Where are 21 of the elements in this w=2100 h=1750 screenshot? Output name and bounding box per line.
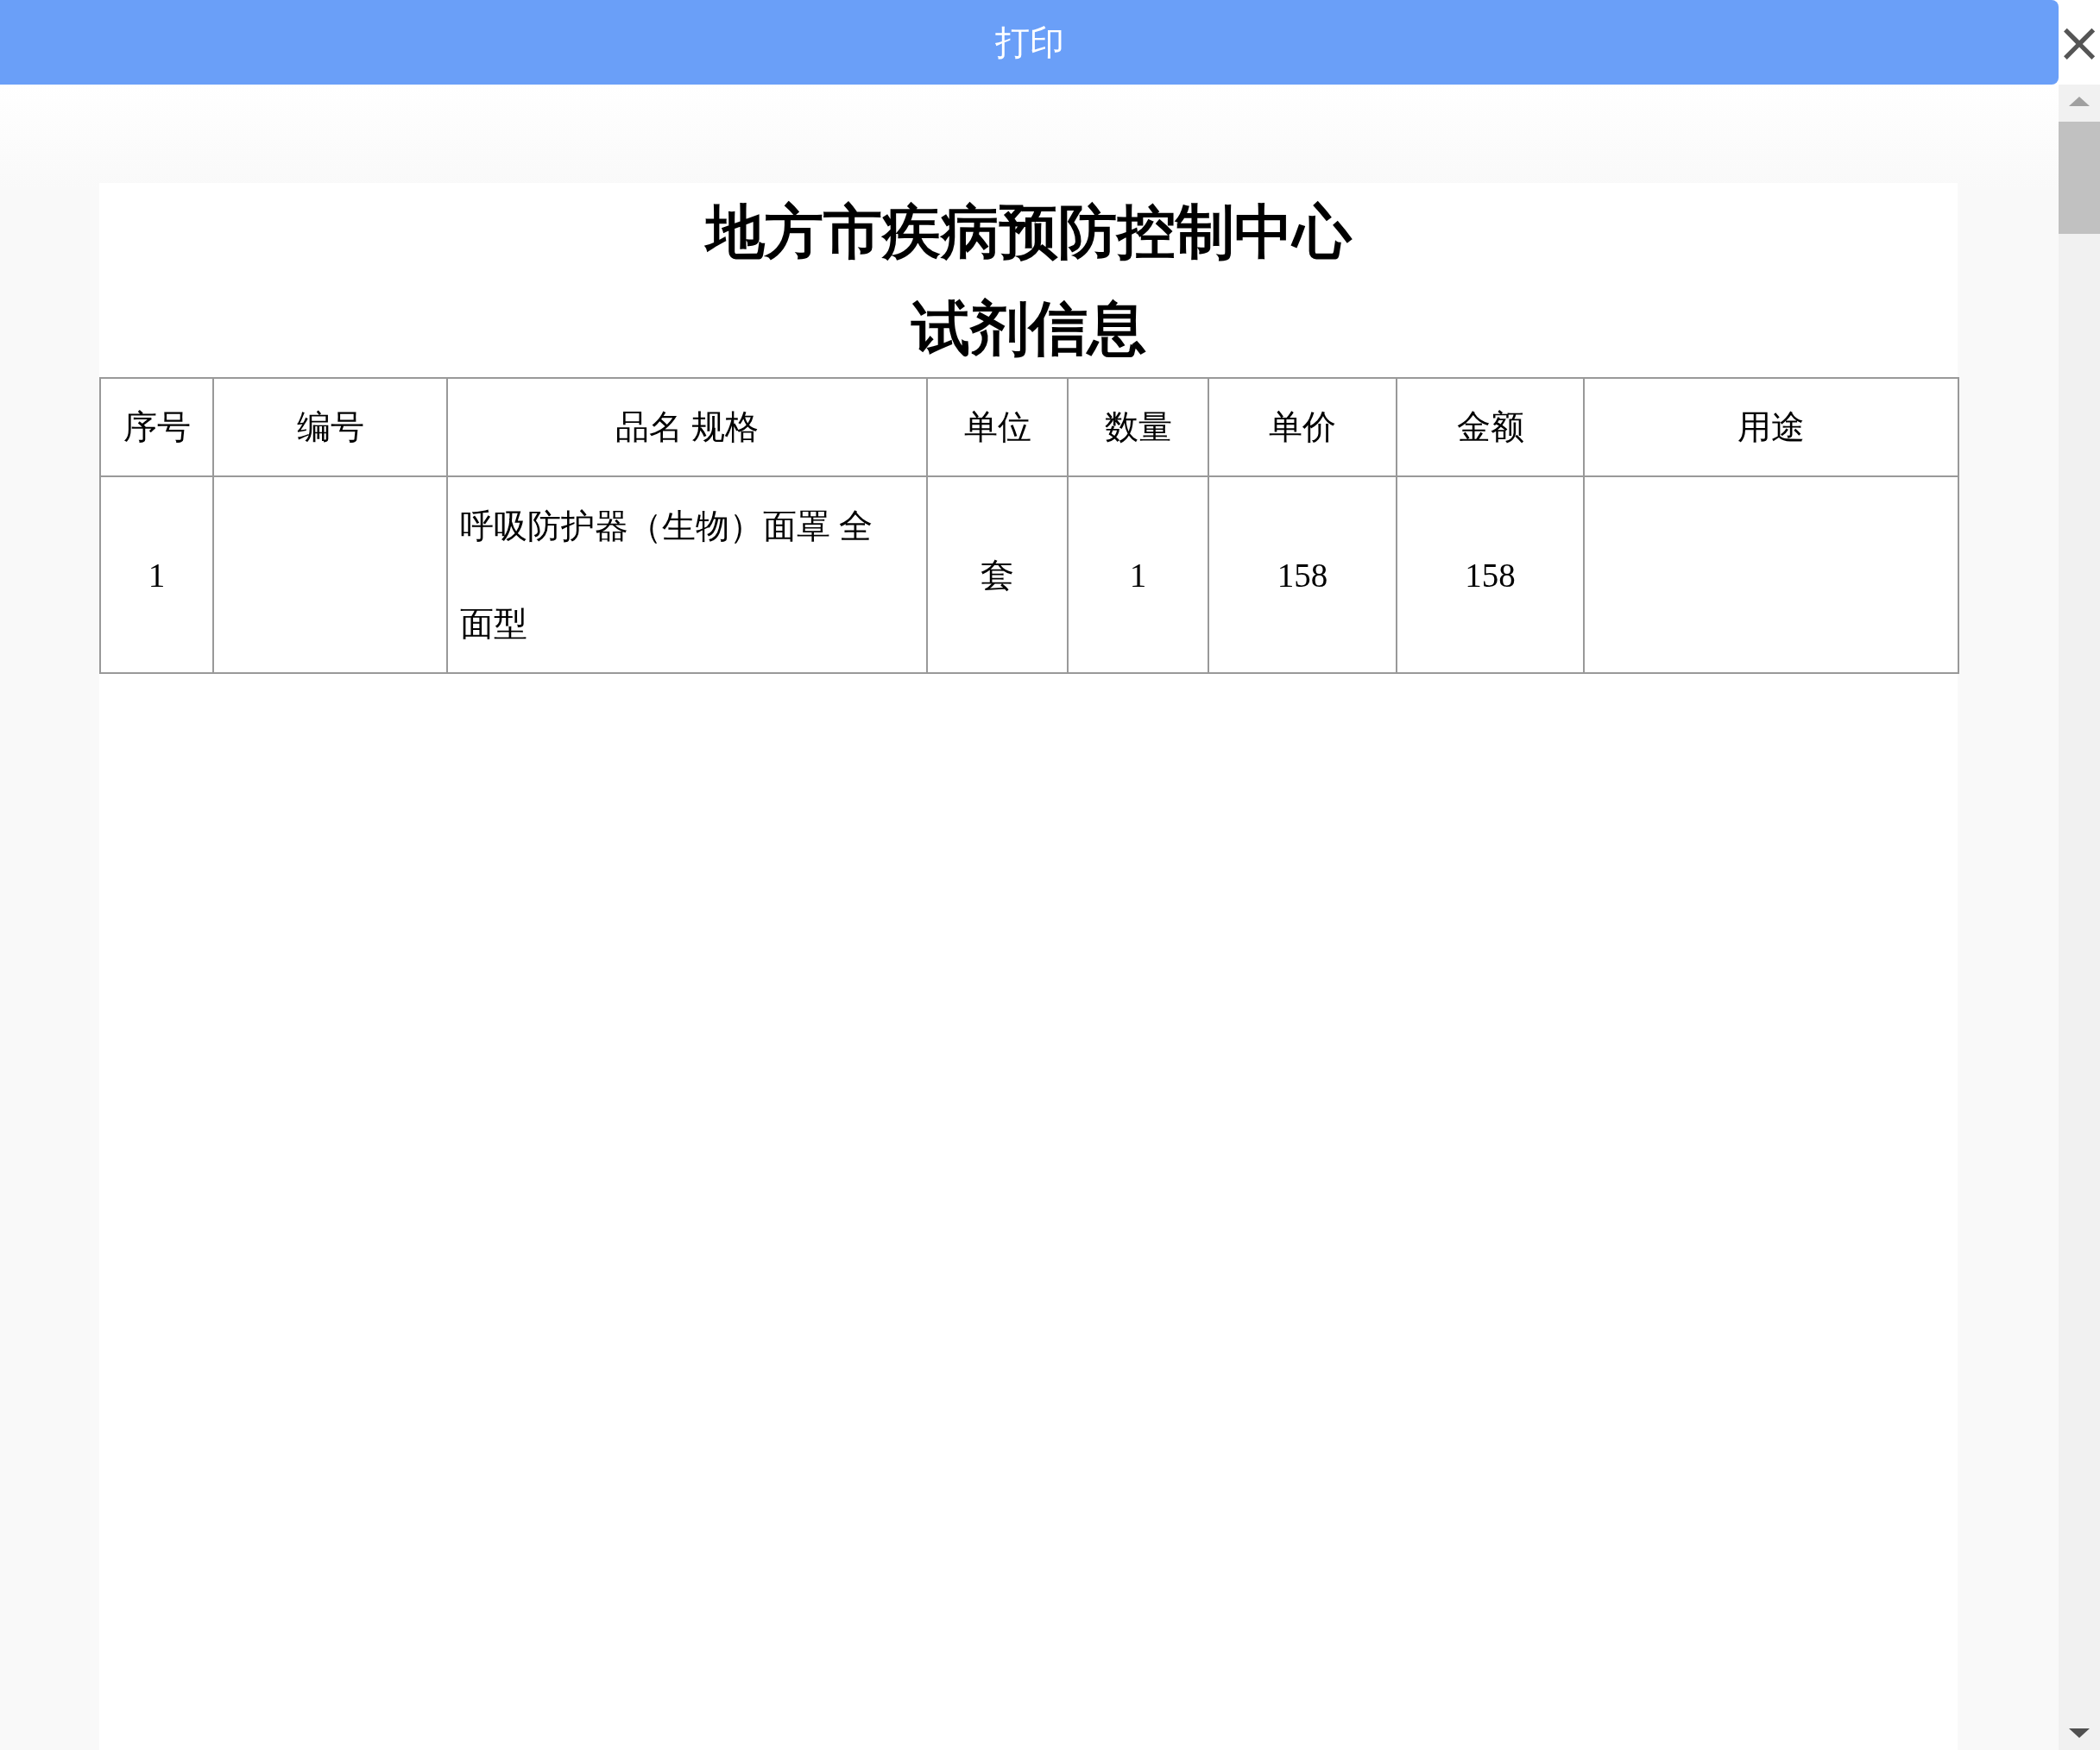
scroll-up-icon[interactable] [2069, 97, 2090, 106]
column-header: 序号 [100, 378, 213, 476]
column-header: 单价 [1208, 378, 1397, 476]
table-cell: 158 [1208, 476, 1397, 673]
document-title: 试剂信息 [910, 295, 1147, 363]
scrollbar[interactable] [2059, 85, 2100, 1750]
column-header: 数量 [1068, 378, 1208, 476]
column-header: 单位 [927, 378, 1068, 476]
column-header: 用途 [1584, 378, 1958, 476]
table-cell: 1 [100, 476, 213, 673]
table-cell: 158 [1397, 476, 1584, 673]
table-cell: 1 [1068, 476, 1208, 673]
organization-title: 地方市疾病预防控制中心 [703, 198, 1353, 267]
table-cell: 套 [927, 476, 1068, 673]
column-header: 金额 [1397, 378, 1584, 476]
scrollbar-thumb[interactable] [2059, 122, 2100, 234]
dialog-title: 打印 [0, 0, 2059, 85]
column-header: 编号 [213, 378, 447, 476]
column-header: 品名 规格 [447, 378, 927, 476]
table-cell: 呼吸防护器（生物）面罩 全面型 [447, 476, 927, 673]
scroll-down-icon[interactable] [2069, 1728, 2090, 1738]
